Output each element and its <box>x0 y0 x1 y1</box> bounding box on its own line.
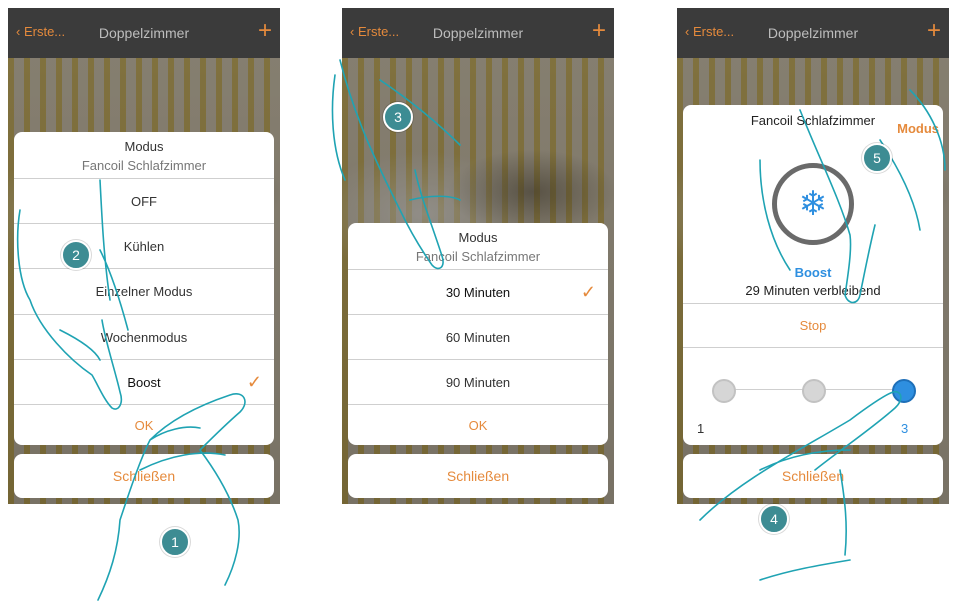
option-60-minuten[interactable]: 60 Minuten <box>348 314 608 359</box>
step-badge-5: 5 <box>862 143 892 173</box>
stop-button[interactable]: Stop <box>683 303 943 347</box>
fan-speed-3-icon[interactable] <box>892 379 916 403</box>
divider <box>683 347 943 348</box>
top-bar: ‹ Erste... Doppelzimmer + <box>8 8 280 58</box>
dialog-title: Modus <box>458 230 498 245</box>
option-boost[interactable]: Boost ✓ <box>14 359 274 404</box>
plus-icon[interactable]: + <box>927 16 941 46</box>
page-title: Doppelzimmer <box>432 25 524 41</box>
phone-screen-fancoil-status: ‹ Erste... Doppelzimmer + Fancoil Schlaf… <box>677 8 949 504</box>
phone-screen-boost-duration: ‹ Erste... Doppelzimmer + Modus Fancoil … <box>342 8 614 504</box>
snowflake-icon: ❄ <box>798 185 828 223</box>
fan-speed-label-3: 3 <box>901 421 909 436</box>
option-30-minuten[interactable]: 30 Minuten ✓ <box>348 269 608 314</box>
fancoil-panel: Fancoil Schlafzimmer Modus ❄ Boost 29 Mi… <box>683 105 943 445</box>
option-einzelner-modus[interactable]: Einzelner Modus <box>14 268 274 314</box>
ok-button[interactable]: OK <box>14 404 274 445</box>
step-badge-4: 4 <box>759 504 789 534</box>
dialog-title: Modus <box>124 139 164 154</box>
plus-icon[interactable]: + <box>258 16 272 46</box>
step-badge-3: 3 <box>383 102 413 132</box>
page-title: Doppelzimmer <box>767 25 859 41</box>
page-title: Doppelzimmer <box>98 25 190 41</box>
dialog-subtitle: Fancoil Schlafzimmer <box>81 158 207 173</box>
mode-dialog: Modus Fancoil Schlafzimmer OFF Kühlen Ei… <box>14 132 274 445</box>
step-badge-2: 2 <box>61 240 91 270</box>
close-button[interactable]: Schließen <box>683 454 943 498</box>
option-wochenmodus[interactable]: Wochenmodus <box>14 314 274 359</box>
close-button[interactable]: Schließen <box>14 454 274 498</box>
checkmark-icon: ✓ <box>246 372 262 392</box>
option-30-minuten-label: 30 Minuten <box>445 285 511 300</box>
top-bar: ‹ Erste... Doppelzimmer + <box>677 8 949 58</box>
fan-speed-2-icon[interactable] <box>802 379 826 403</box>
panel-title: Fancoil Schlafzimmer <box>750 113 876 128</box>
ok-button[interactable]: OK <box>348 404 608 445</box>
option-90-minuten[interactable]: 90 Minuten <box>348 359 608 404</box>
plus-icon[interactable]: + <box>592 16 606 46</box>
checkmark-icon: ✓ <box>580 282 596 302</box>
phone-screen-mode-list: ‹ Erste... Doppelzimmer + Modus Fancoil … <box>8 8 280 504</box>
top-bar: ‹ Erste... Doppelzimmer + <box>342 8 614 58</box>
option-off[interactable]: OFF <box>14 178 274 223</box>
fan-speed-1-icon[interactable] <box>712 379 736 403</box>
dialog-subtitle: Fancoil Schlafzimmer <box>415 249 541 264</box>
fan-speed-label-1: 1 <box>697 421 705 436</box>
option-kuehlen[interactable]: Kühlen <box>14 223 274 268</box>
duration-dialog: Modus Fancoil Schlafzimmer 30 Minuten ✓ … <box>348 223 608 445</box>
step-badge-1: 1 <box>160 527 190 557</box>
remaining-time: 29 Minuten verbleibend <box>745 283 881 298</box>
mode-link[interactable]: Modus <box>897 121 939 136</box>
mode-dial[interactable]: ❄ <box>772 163 854 245</box>
state-label: Boost <box>794 265 832 280</box>
close-button[interactable]: Schließen <box>348 454 608 498</box>
option-boost-label: Boost <box>127 375 161 390</box>
